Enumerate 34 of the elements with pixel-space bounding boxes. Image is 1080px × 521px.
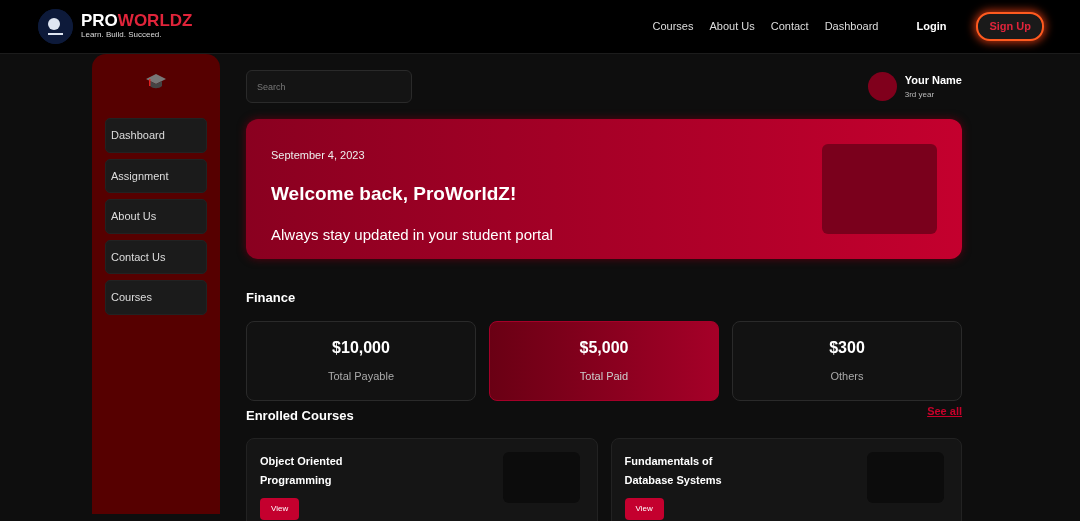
sidebar-item[interactable]: Contact Us [105, 239, 207, 274]
welcome-subtitle: Always stay updated in your student portal [271, 225, 553, 245]
view-button[interactable]: View [260, 498, 300, 520]
section-title: Enrolled Courses [246, 406, 354, 425]
nav-link[interactable]: About Us [709, 18, 755, 35]
course-title: Object Oriented Programming [260, 454, 343, 488]
graduation-cap-icon [145, 72, 167, 90]
sidebar-item[interactable]: Assignment [105, 158, 207, 193]
signup-button[interactable]: Sign Up [976, 12, 1044, 41]
search-field[interactable]: Search [246, 70, 412, 103]
login-button[interactable]: Login [910, 17, 953, 36]
amount: $5,000 [579, 338, 629, 359]
profile-name: Your Name [904, 73, 962, 89]
amount: $300 [829, 338, 865, 359]
profile-year: 3rd year [904, 88, 936, 101]
welcome-title: Welcome back, ProWorldZ! [271, 181, 518, 206]
sidebar-item[interactable]: Courses [105, 280, 207, 315]
avatar [867, 72, 897, 101]
amount: $10,000 [332, 338, 390, 359]
nav-link[interactable]: Courses [652, 18, 694, 35]
logo-icon [38, 9, 73, 44]
section-title: Finance [246, 289, 297, 307]
brand-name: PROWORLDZ [81, 12, 193, 29]
sidebar-item[interactable]: About Us [105, 199, 207, 234]
amount-label: Total Payable [327, 369, 394, 385]
nav-link[interactable]: Contact [770, 18, 809, 35]
course-title: Fundamentals of Database Systems [624, 454, 722, 488]
amount-label: Total Paid [579, 369, 629, 385]
nav-link[interactable]: Dashboard [824, 18, 879, 35]
amount-label: Others [830, 369, 864, 385]
sidebar-item[interactable]: Dashboard [105, 118, 207, 153]
view-button[interactable]: View [624, 498, 664, 520]
brand-tagline: Learn. Build. Succeed. [81, 29, 163, 41]
welcome-date: September 4, 2023 [271, 148, 366, 163]
